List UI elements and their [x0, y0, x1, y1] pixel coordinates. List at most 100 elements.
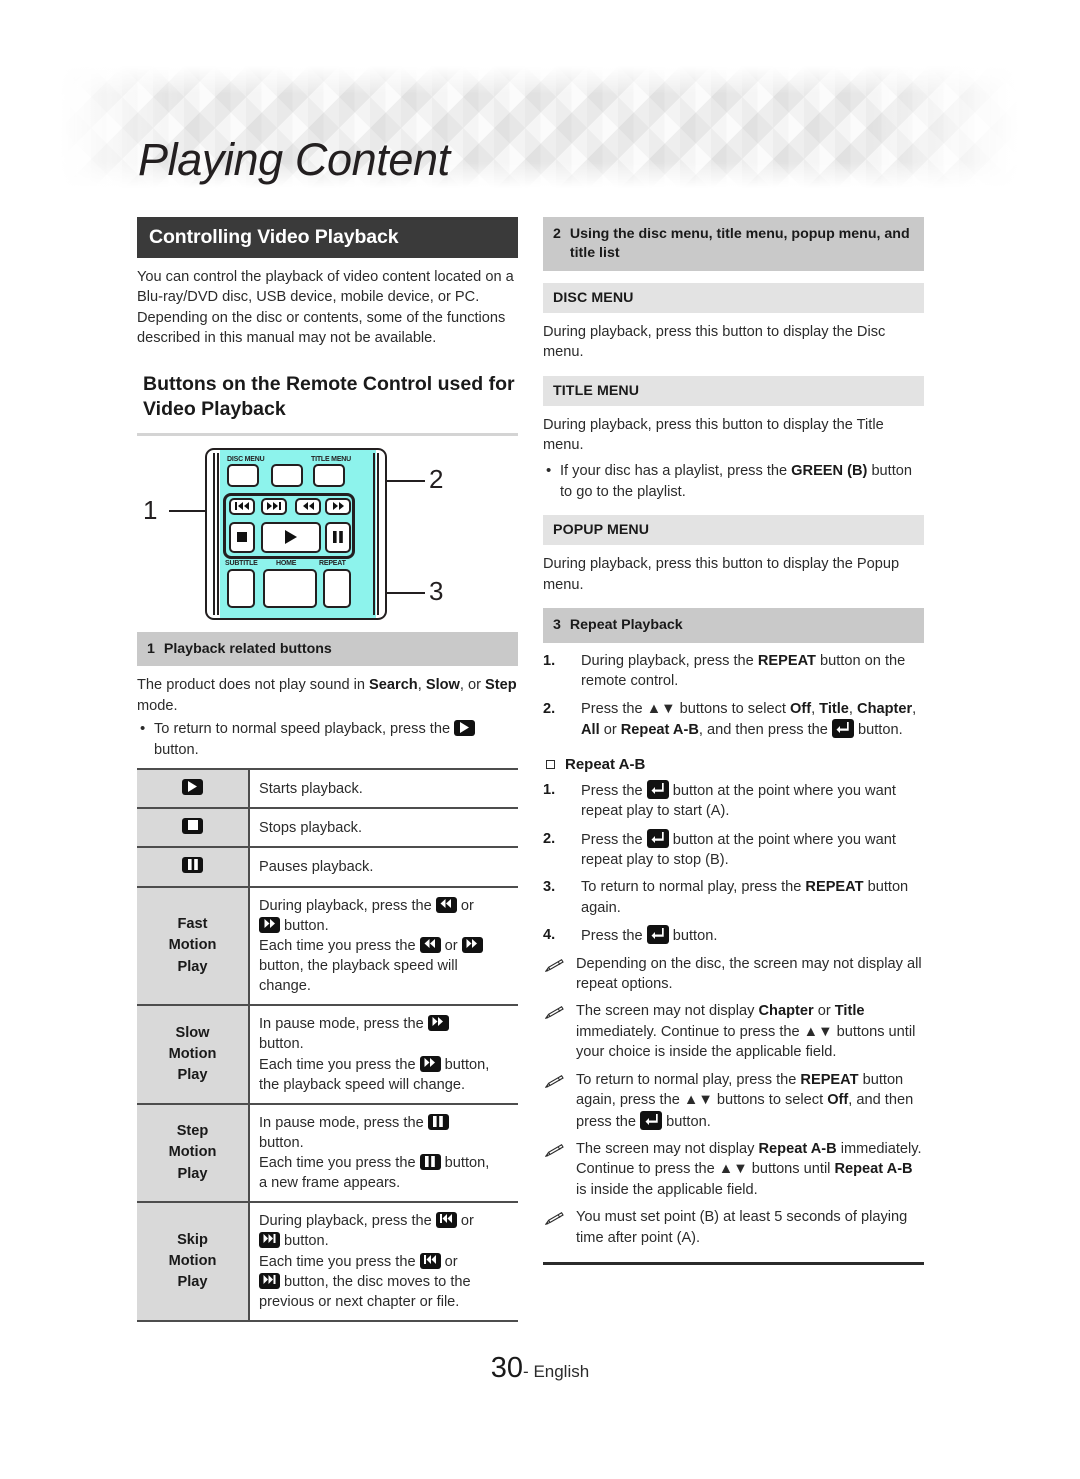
table-cell-desc: Pauses playback. [249, 846, 518, 888]
next-key-icon [259, 1232, 280, 1249]
pause-key-icon [427, 1113, 449, 1130]
right-column: 2 Using the disc menu, title menu, popup… [543, 217, 924, 1266]
popup-menu-body: During playback, press this button to di… [543, 556, 900, 593]
remote-button-pause[interactable] [325, 521, 351, 553]
callout-number-2: 2 [429, 463, 444, 494]
up-down-arrows-icon: ▲▼ [803, 1023, 833, 1040]
rewind-key-icon [419, 936, 441, 953]
pause-icon [327, 524, 349, 551]
fast-forward-key-icon [259, 916, 280, 933]
remote-button-fast-forward[interactable] [325, 497, 351, 515]
fast-forward-key-icon [461, 936, 483, 953]
prev-key-icon [419, 1252, 441, 1269]
note-text: To return to normal play, press the REPE… [576, 1071, 914, 1130]
remote-button-next[interactable] [261, 497, 287, 515]
fast-forward-key-icon [419, 1055, 441, 1072]
list-item: The screen may not display Repeat A-B im… [544, 1139, 924, 1200]
remote-button-rewind[interactable] [295, 497, 321, 515]
subheader-disc-menu: DISC MENU [543, 282, 924, 313]
group-number-2: 2 [553, 226, 561, 242]
note-pencil-icon [544, 954, 567, 995]
playback-buttons-table: Starts playback. Stops playback. Pauses … [137, 768, 518, 1322]
remote-button-title-menu[interactable] [313, 463, 345, 487]
subheading-label: Repeat A-B [565, 755, 646, 773]
group-number-1: 1 [147, 640, 155, 657]
rewind-key-icon [435, 896, 457, 913]
play-key-icon [182, 779, 203, 796]
pencil-icon [544, 958, 564, 972]
table-row: Stops playback. [137, 807, 518, 849]
up-down-arrows-icon: ▲▼ [646, 700, 676, 717]
remote-control-figure: 1 2 3 DISC MENU TITLE MENU SUBTITLE HOME… [137, 442, 518, 632]
list-item: To return to normal speed playback, pres… [137, 718, 518, 760]
list-item: You must set point (B) at least 5 second… [544, 1207, 924, 1248]
remote-label-repeat: REPEAT [319, 559, 346, 567]
subsection-heading-remote-buttons: Buttons on the Remote Control used for V… [143, 372, 515, 420]
title-menu-body: During playback, press this button to di… [543, 416, 884, 454]
list-item: 2. Press the ▲▼ buttons to select Off, T… [543, 699, 924, 741]
remote-button-prev[interactable] [229, 497, 255, 515]
callout-number-3: 3 [429, 575, 444, 606]
note-text: The screen may not display Repeat A-B im… [576, 1141, 922, 1198]
remote-button-disc-menu[interactable] [227, 463, 259, 487]
page-title: Playing Content [138, 134, 450, 185]
page-number: 30 [490, 1352, 524, 1384]
stop-key-icon [182, 818, 203, 835]
rewind-icon [297, 500, 319, 513]
table-cell-key: Step Motion Play [137, 1102, 250, 1204]
pause-key-icon [419, 1154, 441, 1170]
remote-label-home: HOME [276, 559, 297, 567]
list-item: 1. Press the button at the point where y… [543, 779, 924, 822]
group-number-3: 3 [553, 617, 561, 634]
step-body: During playback, press the REPEAT button… [581, 653, 906, 690]
table-cell-key [137, 768, 250, 810]
remote-edge-right-2 [373, 452, 375, 615]
table-cell-desc: Stops playback. [249, 807, 518, 849]
next-icon [263, 500, 285, 513]
disc-menu-body: During playback, press this button to di… [543, 323, 886, 361]
header-fade-right [870, 66, 1020, 188]
page-footer: 30- English [0, 1352, 1080, 1385]
fast-forward-key-icon [427, 1015, 449, 1032]
section-end-divider [543, 1262, 924, 1266]
remote-button-repeat[interactable] [323, 568, 351, 608]
subheader-title-menu: TITLE MENU [543, 375, 924, 406]
up-down-arrows-icon: ▲▼ [683, 1092, 713, 1109]
remote-edge-left [213, 452, 215, 615]
play-icon [263, 524, 319, 551]
footer-language: English [533, 1362, 590, 1381]
remote-button-stop[interactable] [229, 521, 255, 553]
step-body: Press the button at the point where you … [581, 828, 924, 871]
remote-control-body: DISC MENU TITLE MENU SUBTITLE HOME REPEA… [205, 447, 387, 620]
subheading-repeat-a-b: Repeat A-B [546, 756, 924, 773]
note-text: Depending on the disc, the screen may no… [576, 955, 922, 993]
play-key-icon [454, 720, 476, 737]
step-number: 2. [543, 700, 556, 717]
list-item: 3. To return to normal play, press the R… [543, 877, 924, 918]
heading-divider [137, 432, 518, 436]
table-cell-key [137, 846, 250, 888]
repeat-ab-steps: 1. Press the button at the point where y… [543, 779, 924, 947]
title-menu-bullet-list: If your disc has a playlist, press the G… [543, 460, 924, 502]
section-title-controlling-video-playback: Controlling Video Playback [137, 217, 518, 258]
group-title-2: Using the disc menu, title menu, popup m… [569, 226, 910, 261]
remote-label-subtitle: SUBTITLE [225, 559, 258, 567]
list-item: If your disc has a playlist, press the G… [543, 460, 924, 502]
remote-button-home[interactable] [263, 568, 317, 608]
stop-icon [231, 524, 253, 551]
remote-button-center-top[interactable] [271, 463, 303, 487]
note-pencil-icon [544, 1001, 567, 1062]
next-key-icon [259, 1272, 280, 1289]
footer-separator: - [523, 1362, 534, 1381]
playback-sound-note: The product does not play sound in Searc… [137, 677, 517, 714]
remote-button-play[interactable] [261, 521, 321, 553]
step-number: 2. [543, 830, 556, 847]
left-column: Controlling Video Playback You can contr… [137, 217, 518, 1322]
group-header-playback-related-buttons: 1 Playback related buttons [137, 631, 518, 667]
callout-number-1: 1 [143, 494, 158, 525]
group-title-3: Repeat Playback [569, 617, 683, 634]
square-bullet-icon [546, 759, 555, 769]
step-number: 4. [543, 927, 556, 944]
list-item: 1. During playback, press the REPEAT but… [543, 651, 924, 692]
remote-button-subtitle[interactable] [227, 568, 255, 608]
